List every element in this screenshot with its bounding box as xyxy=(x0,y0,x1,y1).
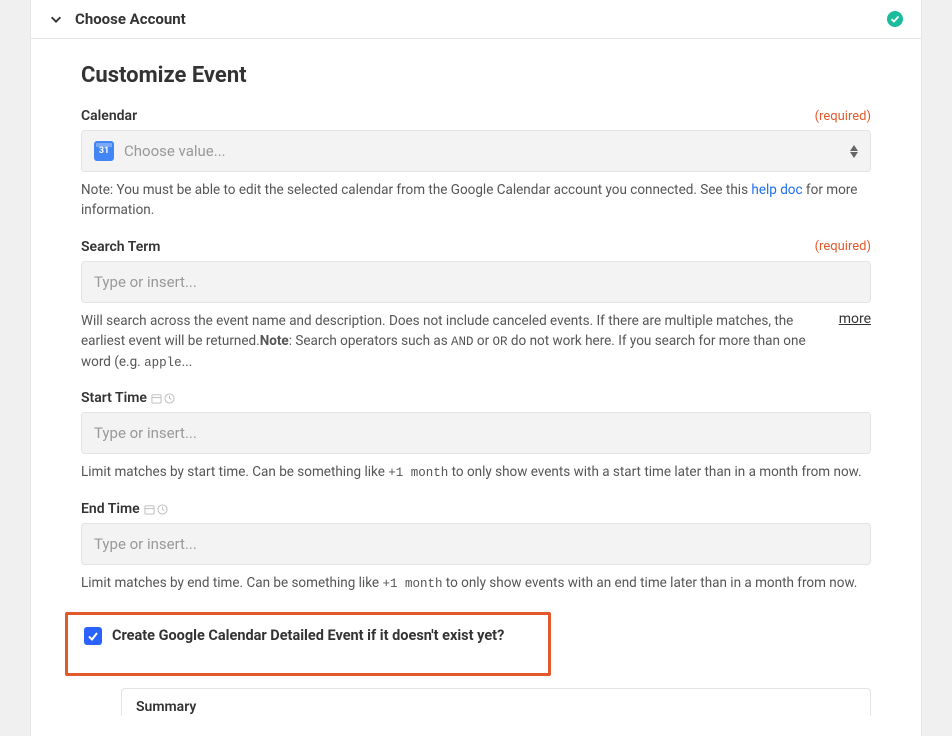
clock-small-icon xyxy=(157,504,168,515)
create-if-missing-section: Create Google Calendar Detailed Event if… xyxy=(65,612,551,676)
help-text-part: or xyxy=(474,333,493,349)
help-text-part: : Search operators such as xyxy=(289,333,451,349)
required-indicator: (required) xyxy=(815,239,871,254)
clock-small-icon xyxy=(164,393,175,404)
summary-field[interactable]: Summary xyxy=(121,688,871,716)
datetime-icons xyxy=(151,393,175,404)
search-help-wrap: Will search across the event name and de… xyxy=(81,311,871,373)
code-text: apple xyxy=(144,356,182,370)
calendar-small-icon xyxy=(151,393,162,404)
start-time-input[interactable]: Type or insert... xyxy=(81,412,871,454)
help-text-part: Limit matches by end time. Can be someth… xyxy=(81,575,382,591)
end-time-label: End Time xyxy=(81,501,168,517)
check-circle-icon xyxy=(887,11,903,27)
field-end-time: End Time Type or insert... Limit matches… xyxy=(81,501,871,594)
field-search-term: Search Term (required) Type or insert...… xyxy=(81,239,871,373)
google-calendar-icon: 31 xyxy=(94,141,114,161)
code-text: AND xyxy=(451,335,474,349)
more-link[interactable]: more xyxy=(839,311,871,373)
search-help-text: Will search across the event name and de… xyxy=(81,311,819,373)
field-calendar: Calendar (required) 31 Choose value... N… xyxy=(81,108,871,221)
page-title: Customize Event xyxy=(81,63,871,88)
search-placeholder: Type or insert... xyxy=(94,273,197,291)
help-text-part: Limit matches by start time. Can be some… xyxy=(81,464,388,480)
help-doc-link[interactable]: help doc xyxy=(751,182,802,198)
help-text-part: Note: You must be able to edit the selec… xyxy=(81,182,751,198)
help-text-part: to only show events with a start time la… xyxy=(448,464,861,480)
section-header[interactable]: Choose Account xyxy=(31,0,921,39)
datetime-icons xyxy=(144,504,168,515)
end-time-placeholder: Type or insert... xyxy=(94,535,197,553)
search-label: Search Term xyxy=(81,239,160,255)
code-text: +1 month xyxy=(388,466,448,480)
end-time-input[interactable]: Type or insert... xyxy=(81,523,871,565)
start-time-help-text: Limit matches by start time. Can be some… xyxy=(81,462,871,483)
label-text: Start Time xyxy=(81,390,147,406)
calendar-label: Calendar xyxy=(81,108,137,124)
section-title: Choose Account xyxy=(75,10,186,28)
page-container: Choose Account Customize Event Calendar … xyxy=(30,0,922,736)
label-text: End Time xyxy=(81,501,140,517)
label-row: End Time xyxy=(81,501,871,517)
code-text: OR xyxy=(493,335,508,349)
search-input[interactable]: Type or insert... xyxy=(81,261,871,303)
content-area: Customize Event Calendar (required) 31 C… xyxy=(31,39,921,736)
calendar-help-text: Note: You must be able to edit the selec… xyxy=(81,180,871,221)
code-text: +1 month xyxy=(382,577,442,591)
calendar-placeholder: Choose value... xyxy=(124,142,226,160)
start-time-placeholder: Type or insert... xyxy=(94,424,197,442)
label-row: Search Term (required) xyxy=(81,239,871,255)
required-indicator: (required) xyxy=(815,109,871,124)
field-start-time: Start Time Type or insert... Limit match… xyxy=(81,390,871,483)
calendar-select[interactable]: 31 Choose value... xyxy=(81,130,871,172)
end-time-help-text: Limit matches by end time. Can be someth… xyxy=(81,573,871,594)
help-text-part: ... xyxy=(182,354,193,370)
chevron-down-icon xyxy=(49,12,63,26)
start-time-label: Start Time xyxy=(81,390,175,406)
sort-arrows-icon xyxy=(850,145,858,158)
help-text-part: to only show events with an end time lat… xyxy=(442,575,857,591)
label-row: Calendar (required) xyxy=(81,108,871,124)
calendar-small-icon xyxy=(144,504,155,515)
label-row: Start Time xyxy=(81,390,871,406)
help-text-bold: Note xyxy=(260,333,289,349)
